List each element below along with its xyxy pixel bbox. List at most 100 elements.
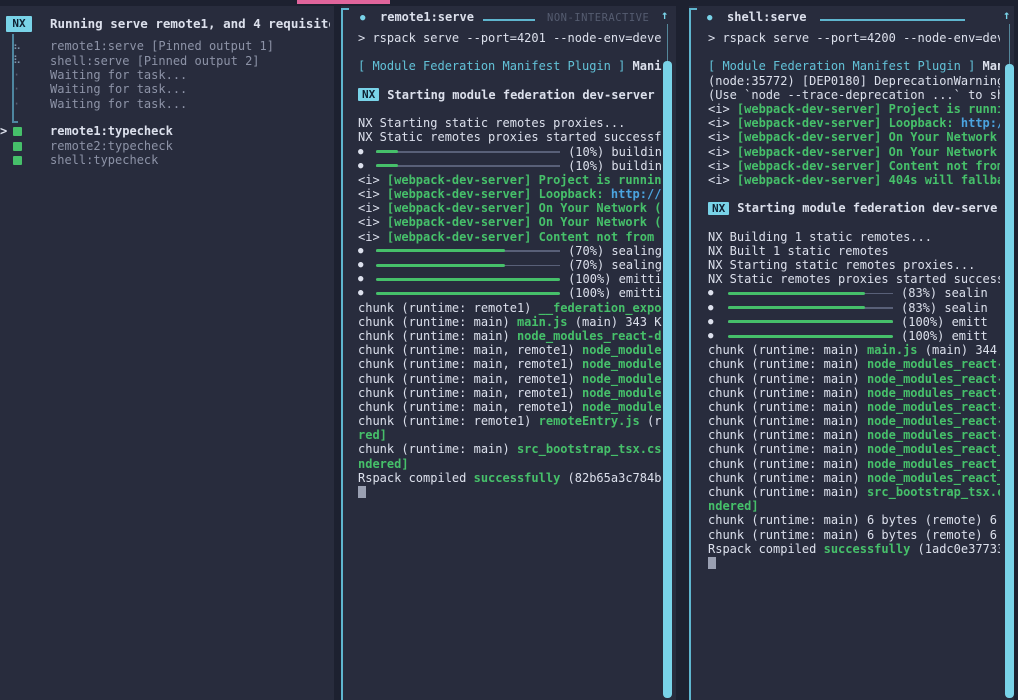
terminal-text-segment: [ Module Federation Manifest Plugin ] bbox=[358, 59, 625, 73]
terminal-text-segment: > rspack serve --port=4200 --node-env=de… bbox=[708, 31, 1000, 45]
task-item[interactable]: ⠦remote1:serve [Pinned output 1] bbox=[0, 39, 334, 53]
selected-task-arrow-icon: > bbox=[0, 124, 13, 138]
task-item-label: remote1:typecheck bbox=[50, 124, 173, 138]
scroll-up-arrow-icon[interactable]: ↑ bbox=[661, 8, 668, 22]
terminal-text-segment: [webpack-dev-server] On Your Network ( bbox=[387, 215, 662, 229]
nx-badge: NX bbox=[358, 88, 379, 101]
terminal-line: <i> [webpack-dev-server] Loopback: http:… bbox=[708, 116, 1000, 130]
terminal-text-segment: (main) 344 bbox=[918, 343, 997, 357]
terminal-line: chunk (runtime: main) node_modules_react… bbox=[708, 357, 1000, 371]
terminal-line: [ Module Federation Manifest Plugin ] Ma… bbox=[358, 59, 662, 73]
task-item[interactable]: ·Waiting for task... bbox=[0, 82, 334, 96]
pane-header-rule bbox=[820, 19, 965, 21]
terminal-text-segment: Rspack compiled bbox=[708, 542, 824, 556]
terminal-text-segment: ndered] bbox=[358, 457, 409, 471]
terminal-line: chunk (runtime: main) 6 bytes (remote) 6 bbox=[708, 528, 1000, 542]
terminal-line: chunk (runtime: main) node_modules_react… bbox=[708, 471, 1000, 485]
pane-mode-label: NON-INTERACTIVE bbox=[547, 12, 649, 24]
pane-left-border bbox=[689, 8, 691, 700]
terminal-line: chunk (runtime: main) node_modules_react… bbox=[708, 457, 1000, 471]
terminal-text-segment: node_modules_react_ bbox=[867, 442, 1000, 456]
terminal-line: ●(100%) emitt bbox=[708, 329, 1000, 343]
terminal-line: chunk (runtime: main, remote1) node_modu… bbox=[358, 372, 662, 386]
scrollbar-thumb[interactable] bbox=[1005, 64, 1014, 698]
task-item[interactable]: shell:typecheck bbox=[0, 153, 334, 167]
terminal-line: Rspack compiled successfully (82b65a3c78… bbox=[358, 471, 662, 485]
terminal-output[interactable]: > rspack serve --port=4200 --node-env=de… bbox=[708, 31, 1000, 700]
progress-bar bbox=[728, 292, 893, 295]
task-group-gap bbox=[0, 111, 334, 124]
progress-bar bbox=[376, 164, 560, 167]
scrollbar-thumb[interactable] bbox=[663, 61, 672, 698]
focused-pane-indicator bbox=[297, 0, 390, 4]
terminal-cursor bbox=[708, 557, 716, 569]
terminal-text-segment: <i> bbox=[358, 230, 387, 244]
terminal-text-segment: __federation_expo bbox=[539, 301, 662, 315]
terminal-output[interactable]: > rspack serve --port=4201 --node-env=de… bbox=[358, 31, 662, 700]
task-item[interactable]: remote2:typecheck bbox=[0, 138, 334, 152]
terminal-text-segment: red] bbox=[358, 428, 387, 442]
terminal-line: NX Static remotes proxies started succes… bbox=[708, 272, 1000, 286]
terminal-text-segment: NX Static remotes proxies started succes… bbox=[358, 130, 661, 144]
pane-title: remote1:serve bbox=[380, 9, 474, 25]
terminal-line: <i> [webpack-dev-server] Content not fro… bbox=[358, 230, 662, 244]
terminal-line: <i> [webpack-dev-server] Loopback: http:… bbox=[358, 187, 662, 201]
terminal-line: chunk (runtime: main, remote1) node_modu… bbox=[358, 386, 662, 400]
pane-header-rule bbox=[483, 19, 535, 21]
task-item[interactable]: ·Waiting for task... bbox=[0, 97, 334, 111]
task-item-label: remote2:typecheck bbox=[50, 139, 173, 153]
progress-bullet-icon: ● bbox=[708, 329, 722, 343]
progress-bar bbox=[728, 306, 893, 309]
output-pane-shell-serve[interactable]: ● shell:serve > rspack serve --port=4200… bbox=[689, 6, 1014, 700]
output-pane-remote1-serve[interactable]: ● remote1:serve NON-INTERACTIVE > rspack… bbox=[341, 6, 676, 700]
terminal-text-segment: chunk (runtime: main) bbox=[708, 414, 867, 428]
scrollbar-track[interactable] bbox=[1009, 24, 1010, 64]
terminal-text-segment: chunk (runtime: main) bbox=[358, 329, 517, 343]
terminal-line: ●(10%) buildin bbox=[358, 159, 662, 173]
pane-title: shell:serve bbox=[727, 9, 806, 25]
terminal-line: chunk (runtime: main, remote1) node_modu… bbox=[358, 357, 662, 371]
terminal-line: chunk (runtime: main) node_modules_react… bbox=[708, 428, 1000, 442]
terminal-text-segment: chunk (runtime: main, remote1) bbox=[358, 400, 582, 414]
terminal-text-segment: chunk (runtime: remote1) bbox=[358, 301, 539, 315]
terminal-line bbox=[708, 556, 1000, 570]
terminal-line: NX Static remotes proxies started succes… bbox=[358, 130, 662, 144]
terminal-text-segment: [webpack-dev-server] 404s will fallba bbox=[737, 173, 1000, 187]
terminal-line: ndered] bbox=[358, 457, 662, 471]
progress-label: (70%) sealing bbox=[568, 244, 662, 258]
terminal-text-segment: Mani bbox=[633, 59, 662, 73]
task-item-label: remote1:serve [Pinned output 1] bbox=[50, 39, 274, 53]
terminal-text-segment: node_module bbox=[582, 357, 661, 371]
terminal-text-segment: <i> bbox=[708, 173, 737, 187]
progress-bar bbox=[376, 278, 560, 281]
terminal-text-segment: node_modules_react_ bbox=[867, 471, 1000, 485]
terminal-text-segment: [webpack-dev-server] Loopback: bbox=[387, 187, 611, 201]
terminal-text-segment bbox=[975, 59, 982, 73]
task-item[interactable]: ⠧shell:serve [Pinned output 2] bbox=[0, 53, 334, 67]
task-item-label: Waiting for task... bbox=[50, 68, 187, 82]
terminal-line: chunk (runtime: main) node_modules_react… bbox=[708, 372, 1000, 386]
scrollbar-track[interactable] bbox=[667, 24, 668, 61]
terminal-line bbox=[708, 45, 1000, 59]
terminal-text-segment: Starting module federation dev-server bbox=[387, 88, 654, 102]
terminal-text-segment: [webpack-dev-server] On Your Network bbox=[737, 130, 997, 144]
terminal-line: ●(100%) emitti bbox=[358, 286, 662, 300]
terminal-line: ●(83%) sealin bbox=[708, 301, 1000, 315]
terminal-line: <i> [webpack-dev-server] On Your Network bbox=[708, 145, 1000, 159]
terminal-line: NX Starting module federation dev-server bbox=[358, 88, 662, 102]
task-item[interactable]: ·Waiting for task... bbox=[0, 68, 334, 82]
task-item[interactable]: > remote1:typecheck bbox=[0, 124, 334, 138]
pane-corner bbox=[341, 8, 349, 10]
terminal-text-segment: src_bootstrap_tsx.c bbox=[867, 485, 1000, 499]
pane-status-dot-icon: ● bbox=[707, 13, 712, 23]
terminal-line: ●(70%) sealing bbox=[358, 244, 662, 258]
progress-bar bbox=[376, 292, 560, 295]
terminal-line bbox=[708, 187, 1000, 201]
progress-bar bbox=[376, 249, 560, 252]
terminal-text-segment: <i> bbox=[358, 215, 387, 229]
terminal-text-segment: node_modules_react- bbox=[867, 428, 1000, 442]
terminal-line: chunk (runtime: main) node_modules_react… bbox=[358, 329, 662, 343]
terminal-text-segment: (node:35772) [DEP0180] DeprecationWarnin… bbox=[708, 74, 1000, 88]
scroll-up-arrow-icon[interactable]: ↑ bbox=[1003, 8, 1010, 22]
terminal-text-segment: main.js bbox=[867, 343, 918, 357]
